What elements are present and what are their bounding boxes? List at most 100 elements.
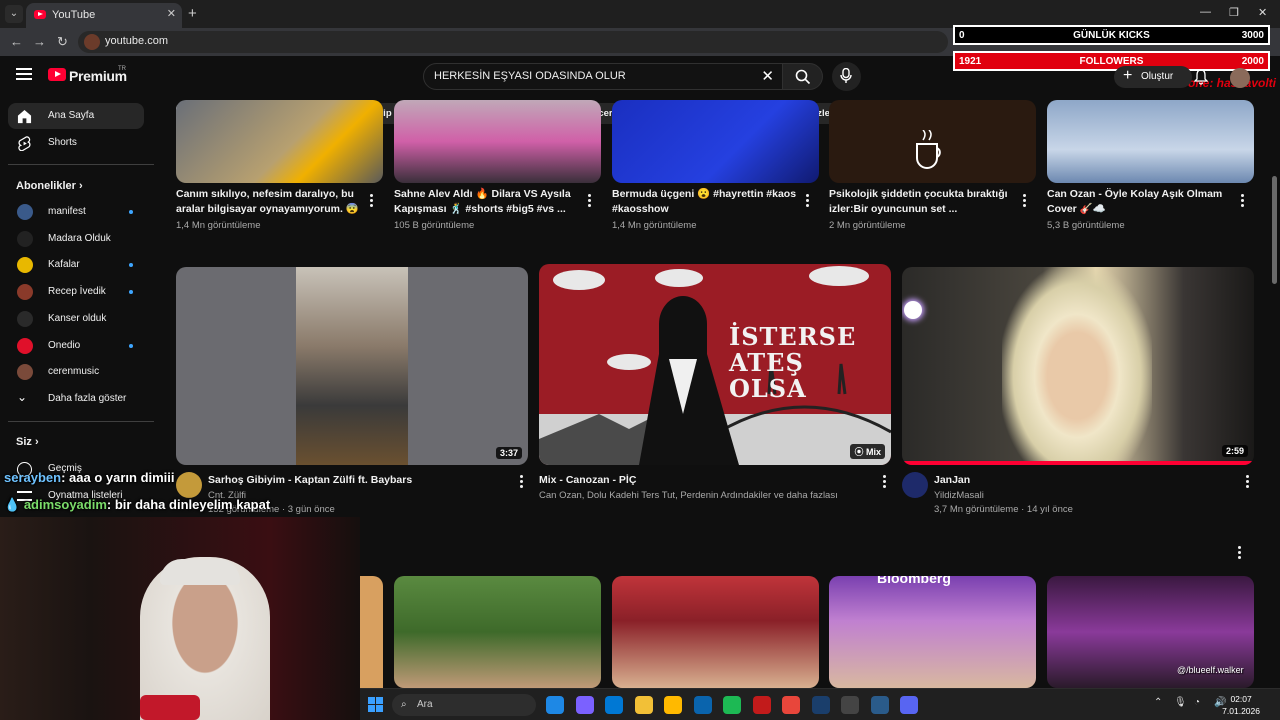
taskbar-app-icon[interactable] (575, 696, 594, 714)
taskbar-app-icon[interactable] (870, 696, 889, 714)
video-thumbnail-janjan[interactable]: 2:59 (902, 267, 1254, 465)
taskbar-app-icon[interactable] (752, 696, 771, 714)
video-title[interactable]: Canım sıkılıyo, nefesim daralıyo, bu ara… (176, 187, 361, 217)
sidebar-subscription-item[interactable]: Kanser olduk (8, 306, 144, 332)
taskbar-app-icon[interactable] (723, 696, 741, 714)
channel-avatar[interactable] (176, 472, 202, 498)
more-actions-icon[interactable] (520, 475, 524, 489)
channel-name[interactable]: Can Ozan, Dolu Kadehi Ters Tut, Perdenin… (539, 489, 869, 503)
sidebar-subscription-item[interactable]: Madara Olduk (8, 226, 144, 252)
video-thumbnail[interactable] (1047, 100, 1254, 183)
account-avatar[interactable] (1230, 68, 1250, 88)
restore-icon[interactable]: ❐ (1229, 6, 1239, 19)
sidebar-subscription-item[interactable]: Recep İvedik (8, 279, 144, 305)
taskbar-app-icon[interactable] (782, 696, 800, 714)
video-title[interactable]: Sahne Alev Aldı 🔥 Dilara VS Aysıla Kapış… (394, 187, 579, 217)
video-title[interactable]: Can Ozan - Öyle Kolay Aşık Olmam Cover 🎸… (1047, 187, 1232, 217)
sidebar-item-home[interactable]: Ana Sayfa (8, 103, 144, 129)
show-more-button[interactable]: ⌄ Daha fazla göster (8, 386, 144, 412)
browser-tabbar: ⌄ YouTube ✕ + — ❐ ✕ (0, 0, 1280, 28)
thumbnail-title-line-2: ATEŞ (729, 348, 804, 377)
video-thumbnail[interactable] (829, 100, 1036, 183)
sidebar-subscription-item[interactable]: Kafalar (8, 252, 144, 278)
you-heading-label: Siz (16, 436, 32, 448)
search-button[interactable] (783, 63, 823, 90)
tray-chevron-icon[interactable]: ⌃ (1154, 697, 1162, 708)
taskbar-app-icon[interactable] (841, 696, 859, 714)
taskbar-app-icon[interactable] (900, 696, 918, 714)
back-icon[interactable]: ← (10, 34, 23, 49)
video-title[interactable]: Bermuda üçgeni 😮 #hayrettin #kaos #kaoss… (612, 187, 797, 217)
mix-label: Mix (865, 447, 881, 457)
reload-icon[interactable]: ↻ (57, 34, 68, 50)
video-thumbnail[interactable] (394, 100, 601, 183)
create-button[interactable]: + Oluştur (1114, 66, 1192, 88)
short-thumbnail-bloomberg[interactable]: Bloomberg (829, 576, 1036, 688)
more-actions-icon[interactable] (883, 475, 887, 489)
microphone-icon[interactable]: 🎙 (1174, 697, 1187, 708)
new-tab-icon[interactable]: + (188, 5, 197, 22)
taskbar-app-icon[interactable] (546, 696, 564, 714)
guide-menu-icon[interactable] (16, 68, 32, 80)
chat-text: : aaa o yarın dimiii (61, 470, 175, 485)
more-actions-icon[interactable] (1241, 194, 1245, 208)
sidebar-label-shorts: Shorts (48, 137, 77, 148)
video-thumbnail[interactable] (612, 100, 819, 183)
video-title[interactable]: JanJan (934, 473, 1224, 488)
clear-search-icon[interactable]: ✕ (761, 67, 774, 85)
notifications-bell-icon[interactable] (1194, 69, 1208, 85)
more-actions-icon[interactable] (1246, 475, 1250, 489)
page-scrollbar[interactable] (1272, 176, 1277, 284)
video-title[interactable]: Psikolojik şiddetin çocukta bıraktığı iz… (829, 187, 1014, 217)
video-title[interactable]: Sarhoş Gibiyim - Kaptan Zülfi ft. Baybar… (208, 473, 498, 488)
windows-start-icon[interactable] (368, 697, 384, 713)
taskbar-app-icon[interactable] (693, 696, 712, 714)
sidebar-subscription-item[interactable]: cerenmusic (8, 359, 144, 385)
video-meta: 1,4 Mn görüntüleme (612, 220, 697, 231)
short-thumbnail-blueelf[interactable]: @/blueelf.walker (1047, 576, 1254, 688)
you-heading[interactable]: Siz › (16, 436, 39, 448)
video-meta: 105 B görüntüleme (394, 220, 475, 231)
channel-avatar[interactable] (902, 472, 928, 498)
taskbar-app-icon[interactable] (634, 696, 653, 714)
video-thumbnail-canozan-mix[interactable]: İSTERSE ATEŞ OLSA ⦿ Mix (539, 264, 891, 465)
video-thumbnail-sarhos[interactable]: 3:37 (176, 267, 528, 465)
more-actions-icon[interactable] (588, 194, 592, 208)
shelf-more-icon[interactable] (1238, 546, 1242, 560)
short-thumbnail[interactable] (360, 576, 383, 688)
clock[interactable]: 02:07 7.01.2026 (1222, 693, 1260, 717)
sidebar-subscription-item[interactable]: manifest (8, 199, 144, 225)
watched-progress-bar (902, 461, 1254, 465)
network-icon[interactable]: ◔ (1194, 697, 1200, 708)
taskbar-app-icon[interactable] (605, 696, 623, 714)
voice-search-button[interactable] (832, 62, 861, 91)
tab-search-button[interactable]: ⌄ (5, 5, 23, 23)
site-info-icon[interactable] (84, 34, 100, 50)
channel-name[interactable]: YildizMasali (934, 489, 984, 503)
browser-tab-youtube[interactable]: YouTube ✕ (26, 3, 182, 28)
more-actions-icon[interactable] (806, 194, 810, 208)
close-tab-icon[interactable]: ✕ (167, 7, 176, 20)
channel-avatar (17, 204, 33, 220)
close-window-icon[interactable]: ✕ (1258, 6, 1267, 19)
taskbar-app-icon[interactable] (811, 696, 830, 714)
sidebar-subscription-item[interactable]: Onedio (8, 333, 144, 359)
forward-icon[interactable]: → (33, 34, 46, 49)
youtube-logo-icon[interactable] (48, 68, 66, 81)
video-title[interactable]: Mix - Canozan - PİÇ (539, 473, 859, 488)
minimize-icon[interactable]: — (1200, 6, 1211, 18)
url-input[interactable]: youtube.com (78, 31, 948, 53)
kicks-goal: 3000 (1241, 30, 1264, 41)
short-thumbnail[interactable] (394, 576, 601, 688)
video-thumbnail[interactable] (176, 100, 383, 183)
more-actions-icon[interactable] (1023, 194, 1027, 208)
taskbar-search[interactable]: ⌕ Ara (392, 694, 536, 716)
sidebar-item-shorts[interactable]: Shorts (8, 130, 144, 156)
subscriptions-heading[interactable]: Abonelikler › (16, 180, 83, 192)
taskbar-app-icon[interactable] (664, 696, 682, 714)
short-thumbnail[interactable] (612, 576, 819, 688)
chevron-right-icon: › (78, 180, 83, 192)
search-input[interactable]: HERKESİN EŞYASI ODASINDA OLUR ✕ (423, 63, 783, 90)
more-actions-icon[interactable] (370, 194, 374, 208)
new-content-dot (129, 210, 133, 214)
